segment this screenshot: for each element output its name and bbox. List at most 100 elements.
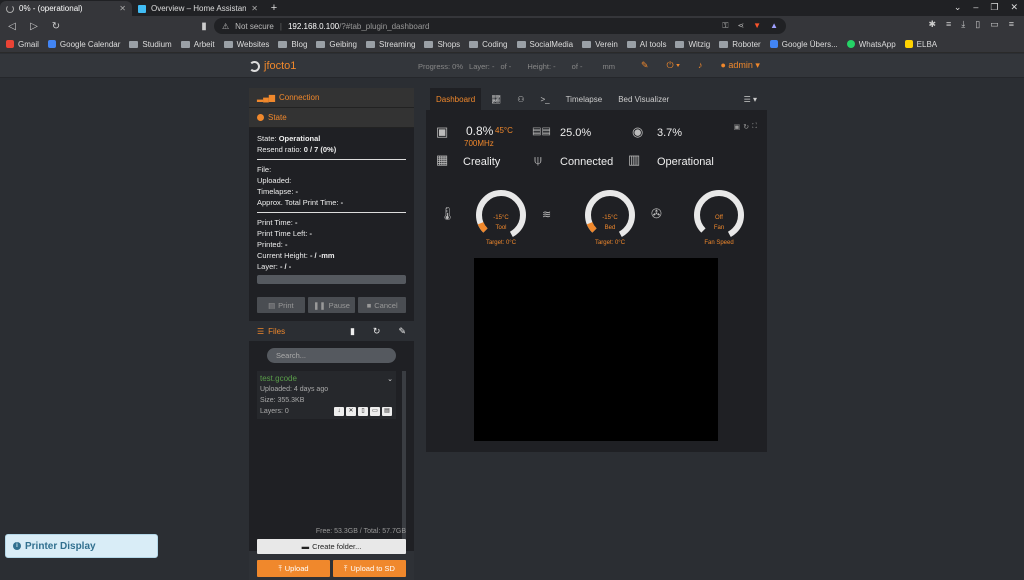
address-bar[interactable]: ⚠ Not secure | 192.168.0.100/?#tab_plugi… (214, 18, 786, 34)
bookmark-websites[interactable]: Websites (223, 40, 269, 49)
bookmark-gmail[interactable]: Gmail (6, 40, 39, 49)
bookmark-coding[interactable]: Coding (469, 40, 508, 49)
tab-control[interactable]: ⚇ (511, 88, 530, 110)
upload-to-sd-button[interactable]: ⤒ Upload to SD (333, 560, 406, 577)
trash-icon[interactable]: ▯ (358, 407, 368, 416)
height-of-text: of - (571, 62, 583, 71)
key-icon[interactable]: ⚿ (722, 21, 728, 31)
tab-bed-visualizer[interactable]: Bed Visualizer (612, 88, 675, 110)
minimize-icon[interactable]: – (973, 2, 978, 13)
browser-tab-octoprint[interactable]: 0% - (operational) ✕ (0, 1, 132, 16)
chevron-down-icon[interactable]: ⌄ (954, 2, 962, 13)
create-folder-button[interactable]: ▬ Create folder... (257, 539, 406, 554)
height-unit: mm (602, 62, 616, 71)
close-tab-icon[interactable]: ✕ (251, 4, 258, 13)
printer-display-widget[interactable]: i Printer Display (5, 534, 158, 558)
brave-shield-icon[interactable]: ▼ (753, 21, 761, 31)
forward-icon[interactable]: ▷ (28, 21, 40, 32)
wrench-icon[interactable]: ✎ (641, 60, 649, 71)
tab-dashboard[interactable]: Dashboard (430, 88, 482, 110)
new-tab-button[interactable]: + (264, 1, 284, 16)
state-row: State: Operational (257, 134, 321, 143)
sd-card-icon[interactable]: ▮ (350, 326, 355, 337)
chevron-down-icon[interactable]: ⌄ (387, 374, 393, 385)
layer-row: Layer: - / - (257, 262, 292, 271)
brand[interactable]: jfocto1 (249, 60, 296, 72)
memory-icon: ▤▤ (532, 126, 551, 137)
menu-icon[interactable]: ≡ (1009, 19, 1014, 30)
sidebar-icon[interactable]: ▯ (975, 19, 980, 30)
wrench-icon[interactable]: ✎ (398, 326, 406, 337)
fullscreen-icon[interactable]: ⛶ (752, 123, 757, 131)
bookmark-ai-tools[interactable]: AI tools (626, 40, 666, 49)
upload-button[interactable]: ⤒ Upload (257, 560, 330, 577)
bookmark-icon[interactable]: ▮ (198, 21, 210, 32)
bookmark-roboter[interactable]: Roboter (719, 40, 761, 49)
brave-rewards-icon[interactable]: ▲ (770, 21, 778, 31)
chart-icon: 📈︎ (491, 94, 502, 104)
user-name: admin (728, 60, 753, 70)
lock-icon[interactable]: ▣ (734, 123, 741, 131)
bookmark-blog[interactable]: Blog (278, 40, 307, 49)
maximize-icon[interactable]: ❐ (990, 2, 998, 13)
bookmark-studium[interactable]: Studium (129, 40, 172, 49)
bell-icon[interactable]: ♪ (698, 60, 703, 71)
bookmark-geibing[interactable]: Geibing (316, 40, 357, 49)
print-button[interactable]: ▤ Print (257, 297, 305, 313)
files-scrollbar[interactable] (402, 371, 406, 546)
folder-icon (626, 40, 636, 48)
pause-button[interactable]: ❚❚ Pause (307, 297, 356, 313)
resend-row: Resend ratio: 0 / 7 (0%) (257, 145, 337, 154)
reading-list-icon[interactable]: ≡ (946, 19, 951, 30)
files-panel-header[interactable]: ☰ Files ▮ ↻ ✎ (249, 321, 414, 341)
file-actions: ↓ ✕ ▯ ▭ ▤ (334, 407, 392, 416)
bookmark-verein[interactable]: Verein (582, 40, 618, 49)
file-search-input[interactable]: Search... (267, 348, 396, 363)
tab-title: Overview – Home Assistant (151, 4, 247, 13)
cancel-button[interactable]: ■ Cancel (358, 297, 407, 313)
bookmark-streaming[interactable]: Streaming (366, 40, 415, 49)
bookmark-shops[interactable]: Shops (424, 40, 460, 49)
bookmark-elba[interactable]: ELBA (904, 40, 937, 49)
tab-graph[interactable]: 📈︎ (485, 88, 507, 110)
file-item[interactable]: test.gcode ⌄ Uploaded: 4 days ago Size: … (257, 371, 396, 419)
reload-icon[interactable]: ↻ (50, 21, 62, 32)
close-tab-icon[interactable]: ✕ (119, 4, 126, 13)
share-icon[interactable]: ⋖ (737, 21, 744, 31)
bookmark-arbeit[interactable]: Arbeit (180, 40, 215, 49)
folder-icon (719, 40, 729, 48)
refresh-icon[interactable]: ↻ (743, 123, 749, 131)
print-controls: ▤ Print ❚❚ Pause ■ Cancel (249, 289, 414, 321)
print-progress-bar (257, 275, 406, 284)
folder-open-icon[interactable]: ▭ (370, 407, 380, 416)
upload-icon: ⤒ (344, 563, 348, 573)
tab-terminal[interactable]: >_ (534, 88, 555, 110)
translate-icon (769, 40, 778, 48)
tab-timelapse[interactable]: Timelapse (560, 88, 609, 110)
browser-tab-home-assistant[interactable]: Overview – Home Assistant ✕ (132, 1, 264, 16)
fan-icon: ✇ (651, 206, 662, 221)
heated-bed-icon: ≋ (542, 209, 552, 221)
user-icon: ● (720, 60, 726, 70)
layer-text: Layer: - (469, 62, 495, 71)
timelapse-row: Timelapse: - (257, 187, 298, 196)
extensions-icon[interactable]: ✱ (928, 19, 936, 30)
connection-panel-header[interactable]: ▂▄▆ Connection (249, 88, 414, 108)
bookmark-witzig[interactable]: Witzig (675, 40, 710, 49)
bookmark-google-calendar[interactable]: Google Calendar (47, 40, 120, 49)
bookmark-socialmedia[interactable]: SocialMedia (516, 40, 573, 49)
bookmark-google-translate[interactable]: Google Übers... (769, 40, 838, 49)
delete-icon[interactable]: ✕ (346, 407, 356, 416)
tab-overflow-menu[interactable]: ☰ ▾ (738, 88, 763, 110)
bookmark-whatsapp[interactable]: WhatsApp (846, 40, 896, 49)
close-icon[interactable]: ✕ (1010, 2, 1018, 13)
print-file-icon[interactable]: ▤ (382, 407, 392, 416)
download-icon[interactable]: ↓ (334, 407, 344, 416)
power-menu-button[interactable]: ⏻ ▾ (667, 60, 680, 71)
refresh-icon[interactable]: ↻ (373, 326, 381, 337)
user-menu-button[interactable]: ● admin ▾ (720, 60, 760, 71)
download-icon[interactable]: ⤓ (961, 19, 965, 30)
wallet-icon[interactable]: ▭ (990, 19, 999, 30)
back-icon[interactable]: ◁ (6, 21, 18, 32)
state-panel-header[interactable]: State (249, 108, 414, 128)
